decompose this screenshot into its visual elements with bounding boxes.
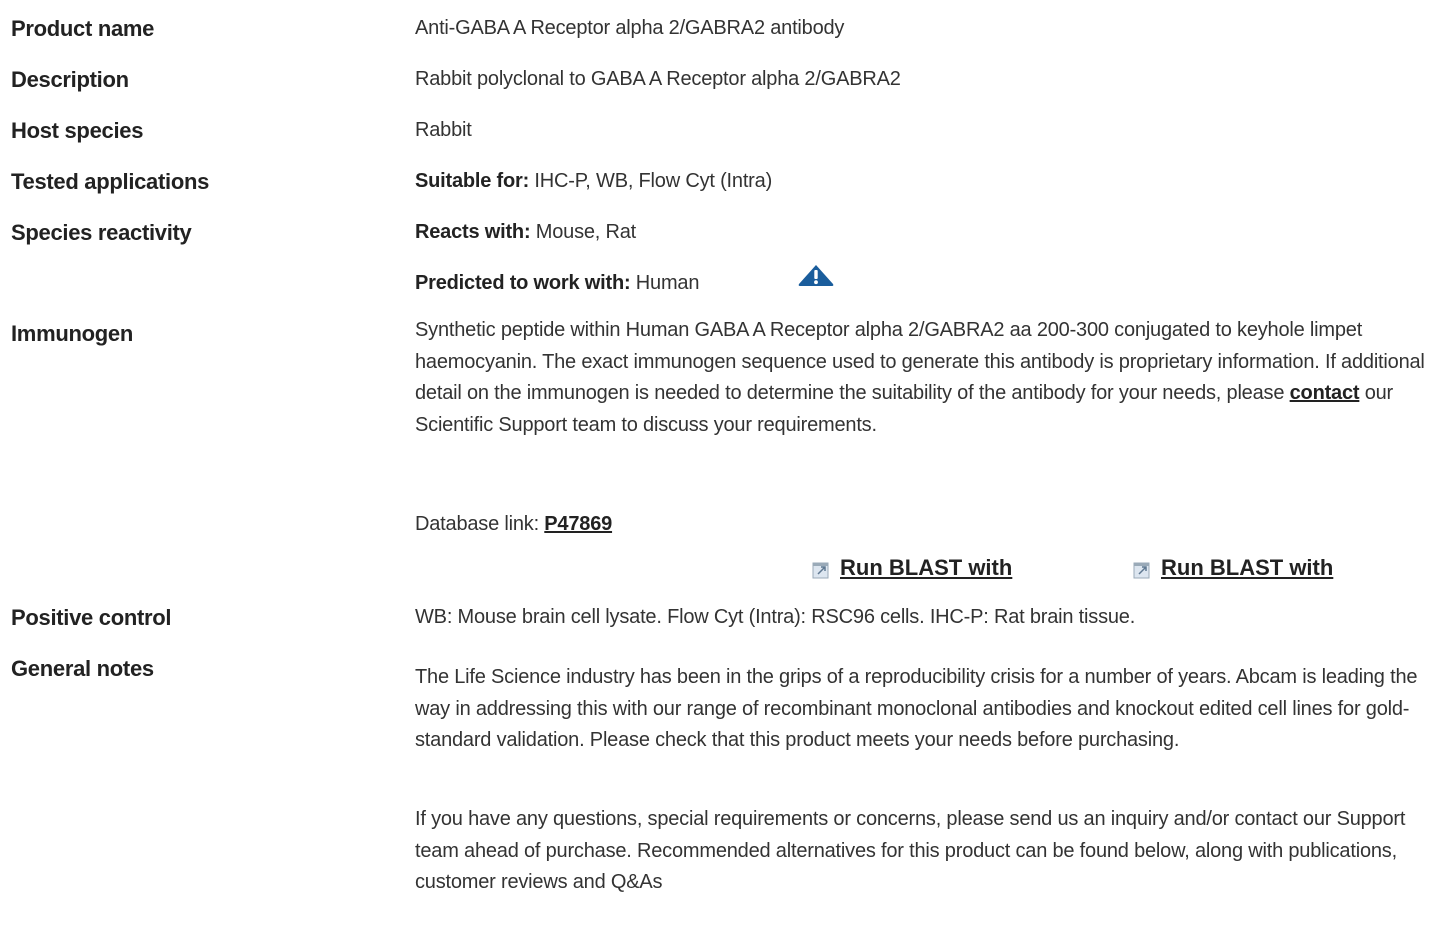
run-blast-link-1[interactable]: Run BLAST with — [840, 555, 1012, 581]
run-blast-button-2[interactable]: Run BLAST with — [1133, 555, 1333, 581]
product-name-value: Anti-GABA A Receptor alpha 2/GABRA2 anti… — [415, 17, 845, 39]
suitable-for-prefix: Suitable for: — [415, 170, 530, 192]
description-value: Rabbit polyclonal to GABA A Receptor alp… — [415, 68, 901, 90]
warning-triangle-icon[interactable] — [796, 263, 836, 292]
reacts-with-value: Reacts with: Mouse, Rat — [415, 221, 636, 244]
species-reactivity-label: Species reactivity — [11, 220, 192, 245]
external-link-icon — [812, 559, 830, 579]
suitable-for-list: IHC-P, WB, Flow Cyt (Intra) — [529, 170, 773, 192]
database-link-prefix: Database link: — [415, 513, 545, 535]
reacts-with-list: Mouse, Rat — [530, 221, 637, 243]
host-species-value: Rabbit — [415, 119, 472, 141]
reacts-with-prefix: Reacts with: — [415, 221, 531, 243]
external-link-icon — [1133, 559, 1151, 579]
tested-applications-label: Tested applications — [11, 169, 210, 194]
host-species-label: Host species — [11, 118, 144, 143]
immunogen-label: Immunogen — [11, 321, 133, 346]
predicted-prefix: Predicted to work with: — [415, 272, 631, 294]
positive-control-label: Positive control — [11, 605, 172, 630]
database-link-p47869[interactable]: P47869 — [544, 513, 612, 535]
description-label: Description — [11, 67, 129, 92]
contact-link[interactable]: contact — [1290, 382, 1360, 404]
general-notes-paragraph-1: The Life Science industry has been in th… — [415, 666, 1418, 751]
database-link-row: Database link: P47869 — [415, 513, 612, 536]
predicted-list: Human — [630, 272, 700, 294]
tested-applications-value: Suitable for: IHC-P, WB, Flow Cyt (Intra… — [415, 170, 772, 193]
predicted-to-work-value: Predicted to work with: Human — [415, 272, 699, 295]
immunogen-text-1: Synthetic peptide within Human GABA A Re… — [415, 319, 1425, 404]
run-blast-button-1[interactable]: Run BLAST with — [812, 555, 1012, 581]
general-notes-paragraph-2: If you have any questions, special requi… — [415, 808, 1406, 893]
product-name-label: Product name — [11, 16, 155, 41]
general-notes-label: General notes — [11, 656, 154, 681]
run-blast-link-2[interactable]: Run BLAST with — [1161, 555, 1333, 581]
immunogen-description: Synthetic peptide within Human GABA A Re… — [415, 315, 1445, 441]
positive-control-value: WB: Mouse brain cell lysate. Flow Cyt (I… — [415, 606, 1136, 628]
